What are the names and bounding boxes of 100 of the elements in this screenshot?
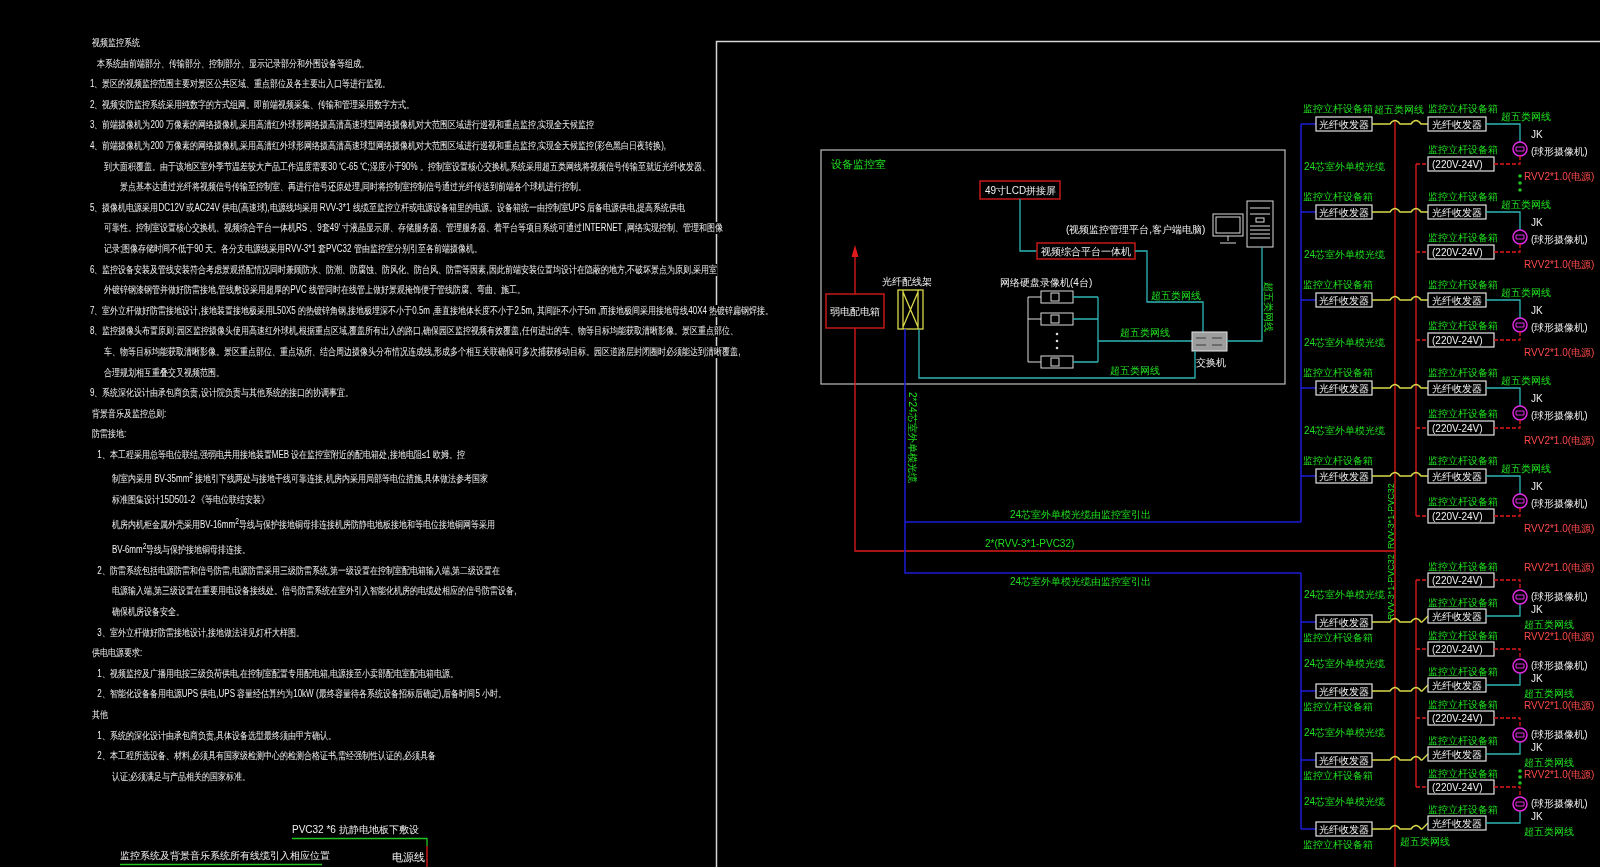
- section-heading: 防雷接地:: [92, 428, 127, 441]
- receiver-box: 光纤收发器: [1427, 116, 1487, 132]
- recorder-icon: [1040, 290, 1074, 304]
- recorder-icon: [1040, 355, 1074, 369]
- cable-label: 超五类网线: [1524, 757, 1574, 768]
- cabinet-label: 监控立杆设备箱: [1303, 455, 1373, 466]
- camera-icon: [1512, 589, 1528, 605]
- power-cable-line: [1493, 717, 1521, 729]
- network-switch-icon: [1191, 331, 1228, 352]
- fiber-cable-label: 24芯室外单模光缆: [1304, 337, 1386, 348]
- transformer-box: (220V-24V): [1427, 420, 1495, 436]
- conduit-label: PVC32 *6 抗静电地板下敷设: [292, 824, 419, 835]
- power-cable-label: RVV2*1.0(电源): [1524, 631, 1595, 642]
- transceiver-box: 光纤收发器: [1315, 116, 1373, 132]
- cable-label: 超五类网线: [1120, 327, 1170, 338]
- cabinet-label: 监控立杆设备箱: [1428, 597, 1498, 608]
- distribution-box: 弱电配电箱: [825, 293, 885, 329]
- transformer-box: (220V-24V): [1427, 156, 1495, 172]
- power-cable-label: RVV2*1.0(电源): [1524, 769, 1595, 780]
- camera-code: JK: [1531, 305, 1543, 316]
- receiver-box: 光纤收发器: [1427, 292, 1487, 308]
- fiber-cable-label: 24芯室外单模光缆: [1304, 658, 1386, 669]
- camera-code: JK: [1531, 742, 1543, 753]
- power-line-label: 电源线: [392, 851, 425, 863]
- fiber-branch-line: [1300, 387, 1317, 389]
- cabinet-label: 监控立杆设备箱: [1428, 561, 1498, 572]
- camera-code: JK: [1531, 811, 1543, 822]
- cabinet-label: 监控立杆设备箱: [1428, 144, 1498, 155]
- power-trunk-label: RVV-3*1-PVC32: [1386, 554, 1396, 620]
- cabinet-label: 监控立杆设备箱: [1428, 320, 1498, 331]
- power-trunk-label: 2*(RVV-3*1-PVC32): [985, 538, 1075, 549]
- camera-icon: [1512, 141, 1528, 157]
- transceiver-box: 光纤收发器: [1315, 380, 1373, 396]
- camera-code: JK: [1531, 393, 1543, 404]
- transformer-box: (220V-24V): [1427, 572, 1495, 588]
- note-paragraph: 5、摄像机电源采用DC12V 或AC24V 供电(高速球),电源线均采用 RVV-3*1 线缆至监控立杆或电源设备箱里的电源。设备箱统一由控制室UPS 后备电源供电,提高系统供电 可靠性。控制室设置核心交换机、视频综合平台一体机RS 、9套49' 寸液晶显示屏、存储服务器、管理服务器、着平台等项目系统可通过INTERNET ,网络实现控制、管理和图像 记录;图像存储时间不低于90 天。各分支电源线采用RVV-3*1 套PVC32 管由监控室分别引至各前端摄像机。: [90, 201, 723, 257]
- cable-label: 超五类网线: [1501, 111, 1551, 122]
- power-cable-line: [1493, 243, 1521, 253]
- camera-icon: [1512, 229, 1528, 245]
- cable-label: 超五类网线: [1524, 688, 1574, 699]
- fiber-branch-line: [1300, 211, 1317, 213]
- cable-entry-label: 监控系统及背景音乐系统所有线缆引入相应位置: [120, 850, 330, 861]
- power-cable-label: RVV2*1.0(电源): [1524, 347, 1595, 358]
- cable-label: 超五类网线: [1263, 282, 1274, 332]
- receiver-box: 光纤收发器: [1427, 815, 1487, 831]
- fiber-cable-label: 24芯室外单模光缆: [1304, 796, 1386, 807]
- cabinet-label: 监控立杆设备箱: [1428, 103, 1498, 114]
- fiber-branch-line: [1300, 828, 1317, 830]
- transceiver-box: 光纤收发器: [1315, 752, 1373, 768]
- cable-label: 超五类网线: [1110, 365, 1160, 376]
- fiber-cable-label: 24芯室外单模光缆: [1304, 249, 1386, 260]
- receiver-box: 光纤收发器: [1427, 608, 1487, 624]
- fiber-cable-label: 24芯室外单模光缆: [1304, 589, 1386, 600]
- camera-icon: [1512, 317, 1528, 333]
- patch-cable-line: [1371, 471, 1429, 477]
- cabinet-label: 监控立杆设备箱: [1428, 496, 1498, 507]
- power-cable-line: [1493, 507, 1521, 517]
- camera-code: JK: [1531, 481, 1543, 492]
- transceiver-box: 光纤收发器: [1315, 292, 1373, 308]
- patch-cable-line: [1371, 207, 1429, 213]
- camera-type: (球形摄像机): [1531, 660, 1588, 671]
- camera-code: JK: [1531, 604, 1543, 615]
- receiver-box: 光纤收发器: [1427, 380, 1487, 396]
- cabinet-label: 监控立杆设备箱: [1303, 701, 1373, 712]
- transformer-box: (220V-24V): [1427, 508, 1495, 524]
- network-cable-line: [1485, 387, 1521, 407]
- cable-label: 超五类网线: [1524, 619, 1574, 630]
- note-paragraph: 1、本工程采用总等电位联结,强弱电共用接地装置MEB 设在监控室附近的配电箱处,接地电阻≤1 欧姆。控 制室内采用 BV-35mm$^{2}$ 接地引下线两处与接地干线可靠连接,机房内采用局部等电位措施,具体做法参考国家 标准图集设计15D501-2 《等电位联结安装》 机房内机柜金属外壳采用BV-16mm$^{2}$导线与保护接地铜母排连接机房防静电地板接地和等电位接地铜网等采用 BV-6mm$^{2}$导线与保护接地铜母排连接。: [96, 448, 495, 559]
- fiber-branch-line: [1300, 759, 1317, 761]
- network-cable-line: [1485, 475, 1521, 495]
- cabinet-label: 监控立杆设备箱: [1303, 279, 1373, 290]
- cabinet-label: 监控立杆设备箱: [1428, 367, 1498, 378]
- fiber-branch-line: [1300, 621, 1317, 623]
- note-paragraph: 6、监控设备安装及管线安装符合考虑景观搭配情况同时兼顾防水、防潮、防腐蚀、防风化、防台风、防雷等因素,因此前端安装位置均设计在隐蔽的地方,不破坏景点为原则,采用室 外镀锌钢漆钢管并做好防雷接地,管线敷设采用超厚的PVC 线管同时在线管上做好景观掩饰便于管线防腐、弯曲、施工。: [90, 263, 718, 299]
- power-cable-line: [1493, 331, 1521, 341]
- section-heading: 视频监控系统: [92, 37, 140, 49]
- receiver-box: 光纤收发器: [1427, 746, 1487, 762]
- cable-label: 超五类网线: [1501, 375, 1551, 386]
- cable-label: 超五类网线: [1151, 290, 1201, 301]
- camera-type: (球形摄像机): [1531, 591, 1588, 602]
- power-cable-line: [1493, 155, 1521, 165]
- patch-cable-line: [1371, 753, 1429, 761]
- transformer-box: (220V-24V): [1427, 244, 1495, 260]
- transceiver-box: 光纤收发器: [1315, 683, 1373, 699]
- receiver-box: 光纤收发器: [1427, 468, 1487, 484]
- patch-panel-label: 光纤配线架: [882, 276, 932, 287]
- cable-label: 超五类网线: [1501, 463, 1551, 474]
- power-cable-line: [1493, 648, 1521, 660]
- section-heading: 供电电源要求:: [92, 647, 143, 660]
- camera-code: JK: [1531, 673, 1543, 684]
- network-cable-line: [1019, 198, 1038, 252]
- cabinet-label: 监控立杆设备箱: [1428, 232, 1498, 243]
- cabinet-label: 监控立杆设备箱: [1428, 804, 1498, 815]
- cabinet-label: 监控立杆设备箱: [1428, 455, 1498, 466]
- network-cable-line: [1485, 211, 1521, 231]
- power-cable-label: RVV2*1.0(电源): [1524, 259, 1595, 270]
- patch-cable-line: [1371, 295, 1429, 301]
- power-cable-label: RVV2*1.0(电源): [1524, 435, 1595, 446]
- camera-type: (球形摄像机): [1531, 798, 1588, 809]
- computer-icon: [1212, 200, 1274, 248]
